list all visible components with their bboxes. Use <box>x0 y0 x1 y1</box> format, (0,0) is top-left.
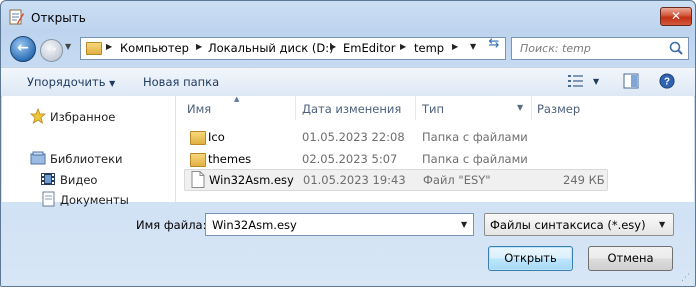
address-bar[interactable]: ▶ Компьютер ▶ Локальный диск (D:) ▶ EmEd… <box>80 37 506 60</box>
refresh-icon: ⇆ <box>488 36 500 51</box>
navigation-row: ← → ▼ ▶ Компьютер ▶ Локальный диск (D:) … <box>1 34 695 64</box>
file-type-filter-select[interactable]: Файлы синтаксиса (*.esy) ▼ <box>484 213 674 236</box>
recent-pages-dropdown-icon[interactable]: ▼ <box>65 42 71 51</box>
app-notepad-icon <box>9 9 24 25</box>
column-header-type[interactable]: Тип <box>422 102 444 116</box>
title-bar[interactable]: Открыть ✕ <box>1 1 695 33</box>
video-icon <box>41 173 55 185</box>
help-icon[interactable]: ? <box>658 73 676 89</box>
sort-ascending-icon: ▲ <box>234 95 240 103</box>
chevron-right-icon[interactable]: ▶ <box>330 42 336 51</box>
organize-button[interactable]: Упорядочить ▼ <box>27 75 115 89</box>
file-size: 249 КБ <box>563 173 605 187</box>
chevron-right-icon[interactable]: ▶ <box>400 42 406 51</box>
file-row[interactable]: themes 02.05.2023 5:07 Папка с файлами <box>184 149 606 169</box>
search-input[interactable]: Поиск: temp <box>511 37 689 60</box>
file-date: 01.05.2023 19:43 <box>303 173 406 187</box>
file-name: Win32Asm.esy <box>209 173 294 187</box>
address-dropdown-icon[interactable]: ▼ <box>470 42 476 51</box>
column-header-size[interactable]: Размер <box>537 102 580 116</box>
filename-input[interactable]: Win32Asm.esy ▼ <box>205 213 474 236</box>
search-placeholder: Поиск: temp <box>520 42 591 55</box>
forward-button[interactable]: → <box>40 39 63 62</box>
sidebar-item-libraries[interactable]: Библиотеки <box>50 152 123 166</box>
preview-pane-icon[interactable] <box>622 73 640 89</box>
search-icon[interactable] <box>668 40 684 56</box>
libraries-icon <box>30 151 46 165</box>
sidebar-item-video[interactable]: Видео <box>60 173 97 187</box>
column-separator[interactable] <box>295 96 296 120</box>
file-type: Папка с файлами <box>422 152 528 166</box>
folder-icon <box>190 131 206 145</box>
filename-history-dropdown-icon[interactable]: ▼ <box>461 220 467 229</box>
file-type: Папка с файлами <box>422 130 528 144</box>
navigation-pane[interactable]: Избранное Библиотеки Видео Документы <box>2 96 176 207</box>
breadcrumb-temp[interactable]: temp <box>414 41 444 55</box>
star-icon <box>30 108 46 124</box>
file-list[interactable]: Имя ▲ Дата изменения Тип ▼ Размер Ico 01… <box>176 95 694 202</box>
file-type: Файл "ESY" <box>423 173 491 187</box>
file-type-filter-value: Файлы синтаксиса (*.esy) <box>490 218 646 232</box>
chevron-right-icon[interactable]: ▶ <box>106 42 112 51</box>
refresh-button[interactable]: ⇆ <box>486 37 502 51</box>
svg-text:?: ? <box>664 77 670 88</box>
sidebar-item-favorites[interactable]: Избранное <box>50 110 115 124</box>
column-separator[interactable] <box>531 96 532 120</box>
file-name: Ico <box>208 130 225 144</box>
breadcrumb-computer[interactable]: Компьютер <box>120 41 189 55</box>
back-button[interactable]: ← <box>10 36 36 62</box>
organize-label: Упорядочить <box>27 75 106 89</box>
breadcrumb-local-disk[interactable]: Локальный диск (D:) <box>208 41 334 55</box>
resize-grip-icon[interactable]: ⋰ <box>681 273 690 283</box>
file-icon <box>191 171 205 188</box>
chevron-down-icon: ▼ <box>659 220 666 229</box>
close-button[interactable]: ✕ <box>660 7 692 26</box>
view-dropdown-icon[interactable]: ▼ <box>593 77 599 86</box>
cancel-button[interactable]: Отмена <box>588 246 673 271</box>
new-folder-button[interactable]: Новая папка <box>143 75 219 89</box>
filename-value: Win32Asm.esy <box>212 218 297 232</box>
forward-arrow-icon: → <box>46 42 57 56</box>
chevron-right-icon[interactable]: ▶ <box>452 42 458 51</box>
window-title: Открыть <box>31 11 86 25</box>
content-area: Избранное Библиотеки Видео Документы Имя… <box>2 95 694 207</box>
column-separator[interactable] <box>415 96 416 120</box>
chevron-right-icon[interactable]: ▶ <box>196 42 202 51</box>
filename-label: Имя файла: <box>136 218 207 232</box>
view-options-icon[interactable] <box>567 73 585 89</box>
file-date: 01.05.2023 22:08 <box>302 130 405 144</box>
folder-icon <box>86 42 102 55</box>
chevron-down-icon: ▼ <box>109 79 116 88</box>
column-header-name[interactable]: Имя <box>187 102 211 116</box>
folder-icon <box>190 153 206 167</box>
file-row[interactable]: Ico 01.05.2023 22:08 Папка с файлами <box>184 127 606 147</box>
back-arrow-icon: ← <box>17 40 29 56</box>
breadcrumb-emeditor[interactable]: EmEditor <box>343 41 396 55</box>
column-header-date[interactable]: Дата изменения <box>302 102 401 116</box>
file-name: themes <box>208 152 252 166</box>
column-filter-dropdown-icon[interactable]: ▼ <box>517 103 523 112</box>
open-file-dialog: Открыть ✕ ← → ▼ ▶ Компьютер ▶ Локальный … <box>0 0 696 287</box>
file-row-selected[interactable]: Win32Asm.esy 01.05.2023 19:43 Файл "ESY"… <box>184 169 608 191</box>
file-date: 02.05.2023 5:07 <box>302 152 398 166</box>
command-toolbar: Упорядочить ▼ Новая папка ▼ ? <box>1 67 695 97</box>
open-button[interactable]: Открыть <box>488 246 573 271</box>
dialog-footer: Имя файла: Win32Asm.esy ▼ Файлы синтакси… <box>1 203 695 286</box>
